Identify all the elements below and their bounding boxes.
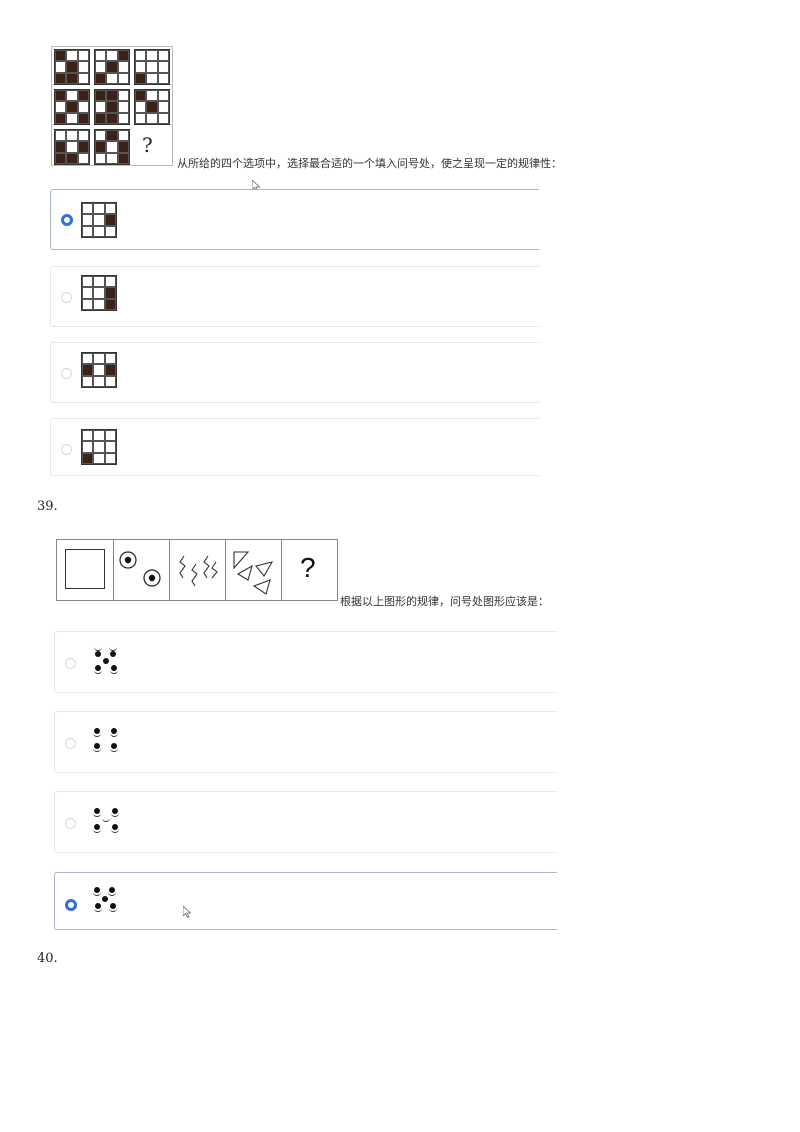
q38-figure-cell <box>134 89 170 125</box>
q39-option-c-figure <box>91 806 127 840</box>
q39-figure-divider <box>281 540 282 600</box>
q38-option-a-figure <box>81 202 117 238</box>
q38-figure: ? <box>51 46 173 166</box>
q39-question-mark: ? <box>300 552 316 583</box>
q38-option-b-radio[interactable] <box>61 292 72 303</box>
q38-option-c-figure <box>81 352 117 388</box>
mouse-cursor-icon <box>251 177 261 193</box>
q38-option-c-radio[interactable] <box>61 368 72 379</box>
q38-clip <box>539 185 569 480</box>
q39-option-b-figure <box>91 726 127 760</box>
zigzag-lines-shape <box>179 555 218 587</box>
q38-option-d-figure <box>81 429 117 465</box>
q39-option-a-radio[interactable] <box>65 658 76 669</box>
q38-figure-cell <box>54 89 90 125</box>
q38-prompt: 从所给的四个选项中，选择最合适的一个填入问号处，使之呈现一定的规律性： <box>177 157 562 170</box>
q39-number: 39. <box>37 499 58 514</box>
q39-option-b[interactable] <box>54 711 564 773</box>
q39-option-c[interactable] <box>54 791 564 853</box>
q38-option-b[interactable] <box>50 266 550 327</box>
q39-prompt: 根据以上图形的规律，问号处图形应该是： <box>340 595 549 608</box>
q38-option-a[interactable] <box>50 189 550 250</box>
q38-figure-cell <box>134 49 170 85</box>
q39-option-d-radio[interactable] <box>65 899 77 911</box>
q38-option-b-figure <box>81 275 117 311</box>
q39-option-c-radio[interactable] <box>65 818 76 829</box>
q39-figure: ? <box>56 539 338 601</box>
q39-option-a[interactable] <box>54 631 564 693</box>
q38-question-mark: ? <box>142 133 153 157</box>
circled-dots-shape <box>119 551 161 587</box>
q38-figure-cell <box>54 49 90 85</box>
q38-figure-cell <box>94 49 130 85</box>
q38-figure-cell <box>94 89 130 125</box>
q39-option-b-radio[interactable] <box>65 738 76 749</box>
mouse-cursor-icon <box>182 903 192 919</box>
q39-option-a-figure <box>91 646 127 680</box>
q38-option-d[interactable] <box>50 418 550 476</box>
square-shape <box>65 549 105 589</box>
q39-option-d[interactable] <box>54 872 564 930</box>
q39-option-d-figure <box>91 885 127 919</box>
triangles-shape <box>233 551 274 595</box>
q38-option-c[interactable] <box>50 342 550 403</box>
q38-figure-cell <box>54 129 90 165</box>
q38-option-d-radio[interactable] <box>61 444 72 455</box>
q40-number: 40. <box>37 951 58 966</box>
q38-figure-cell <box>94 129 130 165</box>
q39-clip <box>557 625 587 935</box>
q38-option-a-radio[interactable] <box>61 214 73 226</box>
